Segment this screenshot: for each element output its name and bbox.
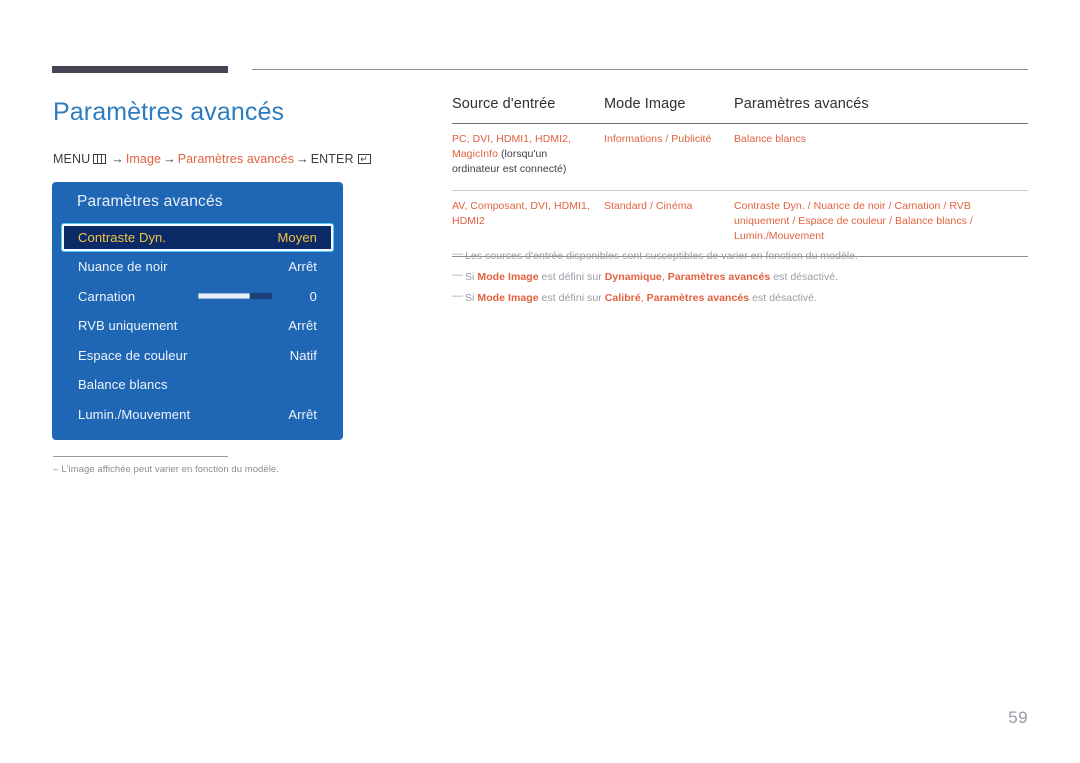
breadcrumb-step-advanced[interactable]: Paramètres avancés	[178, 152, 294, 166]
osd-row-value: 0	[309, 288, 317, 304]
table-row: AV, Composant, DVI, HDMI1, HDMI2 Standar…	[452, 190, 1028, 257]
note-text: Si Mode Image est défini sur Dynamique, …	[465, 271, 838, 283]
note-dash: ―	[452, 289, 464, 302]
table-cell-mode: Standard / Cinéma	[604, 199, 693, 212]
osd-panel-title: Paramètres avancés	[77, 193, 223, 210]
breadcrumb-step-image[interactable]: Image	[126, 152, 161, 166]
osd-row-value: Arrêt	[288, 259, 317, 275]
osd-row-label: Balance blancs	[78, 377, 168, 393]
osd-row-value: Arrêt	[288, 406, 317, 422]
notes-list: ― Les sources d'entrée disponibles sont …	[452, 248, 1028, 311]
table-header-advanced: Paramètres avancés	[734, 96, 869, 112]
note-run: Les sources d'entrée disponibles sont su…	[465, 250, 859, 262]
note-dash: ―	[452, 248, 464, 260]
note-item: ― Si Mode Image est défini sur Calibré, …	[452, 289, 1028, 307]
enter-key-icon: ↵	[357, 154, 371, 164]
left-note-text: L'image affichée peut varier en fonction…	[61, 464, 279, 475]
note-run: est défini sur	[538, 291, 605, 304]
osd-row-nuance-de-noir[interactable]: Nuance de noir Arrêt	[62, 252, 333, 282]
note-run: Si	[465, 270, 478, 283]
osd-row-label: Espace de couleur	[78, 347, 188, 363]
osd-row-label: Carnation	[78, 288, 136, 304]
header-accent-bar	[52, 66, 228, 73]
note-dash: ―	[452, 268, 464, 281]
note-run: est défini sur	[538, 270, 605, 283]
page-number: 59	[1008, 708, 1028, 727]
osd-menu-panel: Paramètres avancés Contraste Dyn. Moyen …	[52, 182, 343, 440]
table-cell-source: AV, Composant, DVI, HDMI1, HDMI2	[452, 190, 604, 257]
note-run: Dynamique	[604, 270, 662, 283]
left-note-dash: –	[53, 464, 59, 475]
table-cell-mode: Informations / Publicité	[604, 133, 712, 145]
osd-row-value: Arrêt	[288, 318, 317, 334]
breadcrumb-arrow-1: →	[111, 152, 124, 166]
input-source-table: Source d'entrée Mode Image Paramètres av…	[452, 96, 1028, 257]
table-header-mode: Mode Image	[604, 96, 686, 112]
note-text: Les sources d'entrée disponibles sont su…	[465, 250, 858, 262]
table-cell-advanced: Balance blancs	[734, 133, 806, 145]
note-run: Si	[465, 291, 478, 304]
slider-fill	[198, 293, 250, 300]
osd-row-contraste-dyn[interactable]: Contraste Dyn. Moyen	[62, 224, 333, 251]
page-title: Paramètres avancés	[53, 98, 285, 126]
note-run: Paramètres avancés	[667, 270, 771, 283]
osd-row-rvb-uniquement[interactable]: RVB uniquement Arrêt	[62, 311, 333, 341]
osd-row-label: RVB uniquement	[78, 318, 178, 334]
header-rule	[252, 69, 1028, 70]
osd-menu-list: Contraste Dyn. Moyen Nuance de noir Arrê…	[52, 223, 343, 429]
table-cell-source: PC, DVI, HDMI1, HDMI2, MagicInfo (lorsqu…	[452, 124, 604, 191]
breadcrumb-enter-label: ENTER	[310, 152, 354, 166]
source-list: AV, Composant, DVI, HDMI1, HDMI2	[452, 199, 590, 227]
osd-row-lumin-mouvement[interactable]: Lumin./Mouvement Arrêt	[62, 400, 333, 430]
left-note-rule	[53, 456, 228, 457]
osd-row-carnation[interactable]: Carnation 0	[62, 282, 333, 312]
osd-row-value: Moyen	[277, 230, 317, 245]
table-header-source: Source d'entrée	[452, 96, 556, 112]
osd-row-balance-blancs[interactable]: Balance blancs	[62, 370, 333, 400]
breadcrumb: MENU → Image → Paramètres avancés → ENTER ↵	[53, 152, 371, 166]
note-item: ― Les sources d'entrée disponibles sont …	[452, 248, 1028, 265]
table-header-row: Source d'entrée Mode Image Paramètres av…	[452, 96, 1028, 124]
note-run: est désactivé.	[749, 291, 818, 304]
menu-grid-icon	[93, 154, 107, 164]
osd-row-label: Nuance de noir	[78, 259, 168, 275]
note-run: est désactivé.	[770, 270, 839, 283]
breadcrumb-arrow-3: →	[296, 152, 309, 166]
note-run: Paramètres avancés	[646, 291, 750, 304]
osd-row-espace-de-couleur[interactable]: Espace de couleur Natif	[62, 341, 333, 371]
left-note: – L'image affichée peut varier en fonctio…	[53, 464, 279, 475]
carnation-slider[interactable]	[198, 293, 272, 300]
note-run: Calibré	[604, 291, 641, 304]
note-run: Mode Image	[477, 270, 539, 283]
osd-row-value: Natif	[289, 347, 317, 363]
breadcrumb-arrow-2: →	[163, 152, 176, 166]
osd-row-label: Contraste Dyn.	[78, 230, 167, 245]
note-item: ― Si Mode Image est défini sur Dynamique…	[452, 268, 1028, 286]
table-row: PC, DVI, HDMI1, HDMI2, MagicInfo (lorsqu…	[452, 124, 1028, 191]
note-text: Si Mode Image est défini sur Calibré, Pa…	[465, 292, 817, 304]
osd-row-label: Lumin./Mouvement	[78, 406, 191, 422]
breadcrumb-menu-label: MENU	[53, 152, 91, 166]
note-run: Mode Image	[477, 291, 539, 304]
table-cell-advanced: Contraste Dyn. / Nuance de noir / Carnat…	[734, 199, 973, 243]
